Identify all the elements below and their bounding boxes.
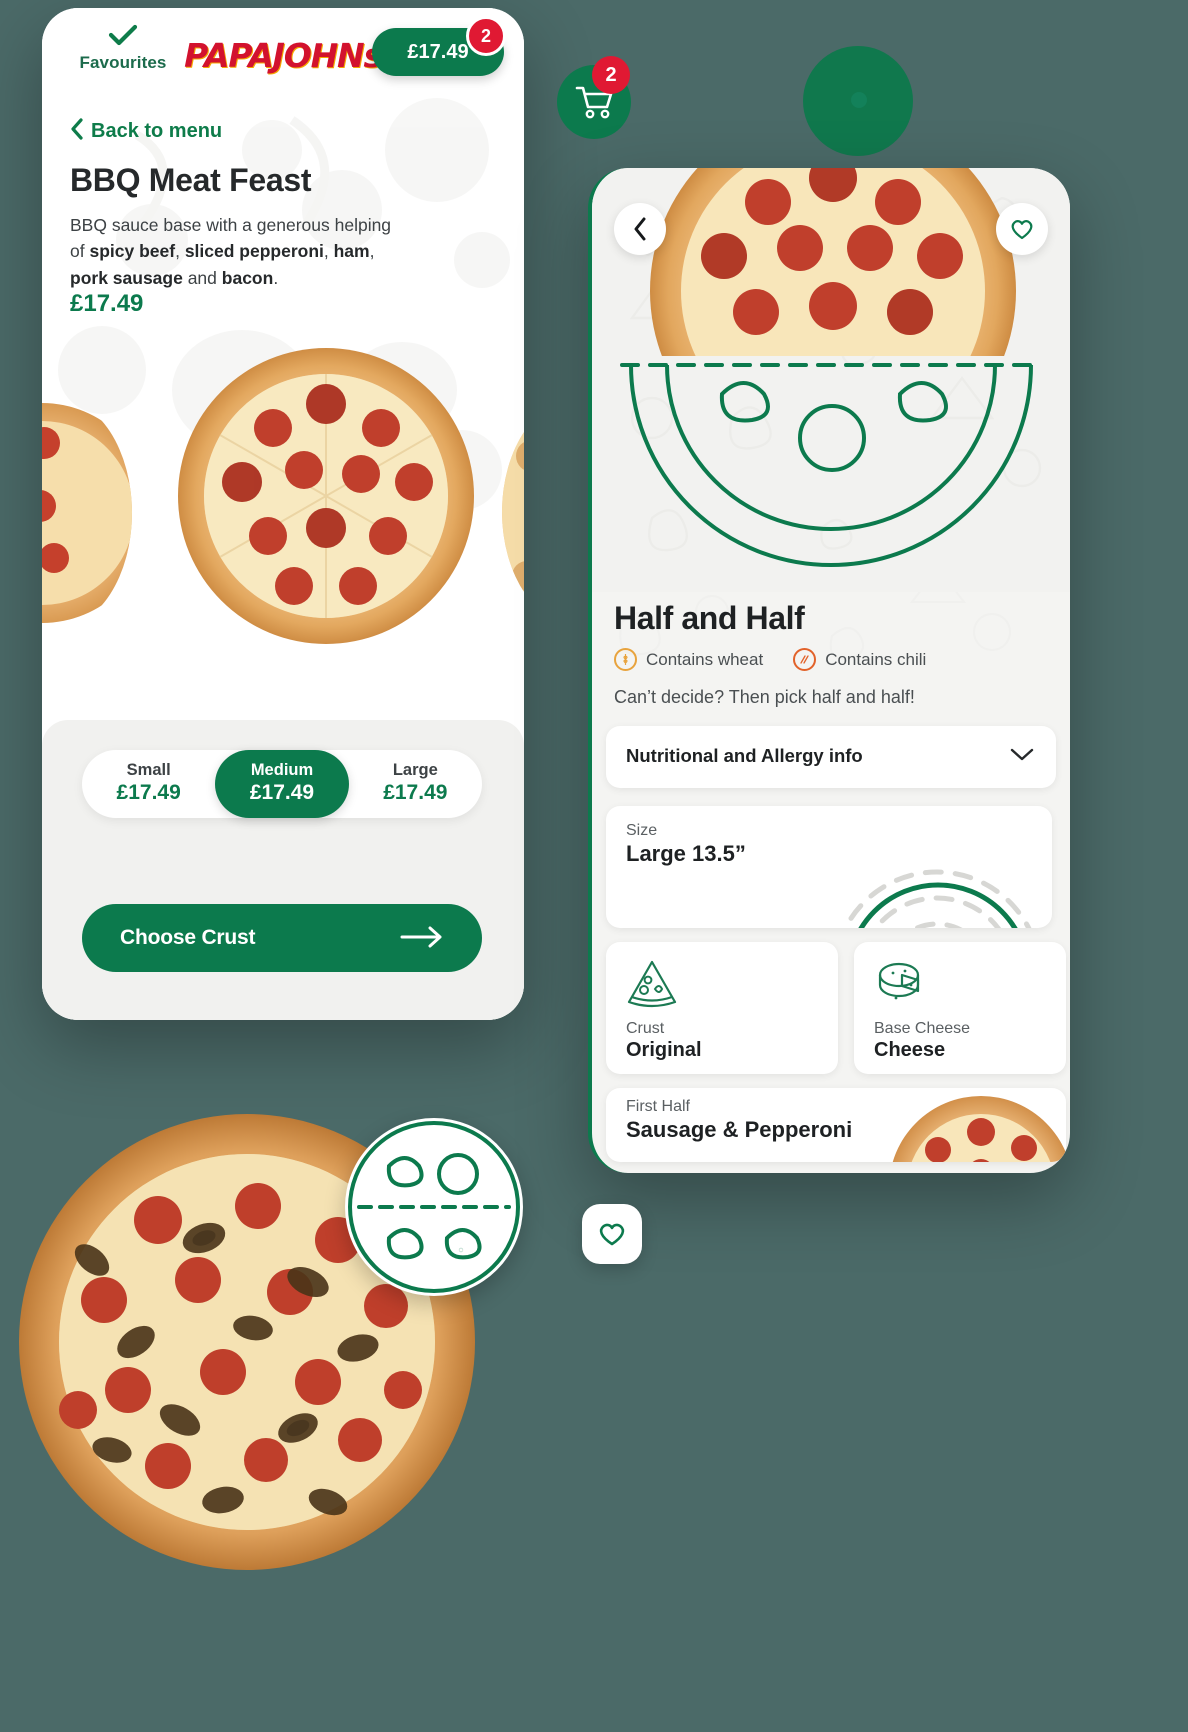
arrow-right-icon	[400, 926, 444, 951]
size-option-large[interactable]: Large £17.49	[349, 750, 482, 818]
ingredient-pork-sausage: pork sausage	[70, 267, 183, 288]
heart-outline-icon	[1011, 220, 1033, 240]
size-rings-icon	[842, 869, 1032, 928]
option-first-half-key: First Half	[626, 1098, 690, 1115]
option-base-cheese-key: Base Cheese	[874, 1020, 971, 1037]
choose-crust-label: Choose Crust	[120, 926, 256, 949]
floating-cart-badge: 2	[592, 56, 630, 94]
product-title: BBQ Meat Feast	[70, 162, 312, 198]
product-hero	[592, 168, 1070, 592]
ingredient-ham: ham	[333, 241, 370, 262]
right-back-button[interactable]	[614, 203, 666, 255]
option-card-size[interactable]: Size Large 13.5”	[606, 806, 1052, 928]
option-size-value: Large 13.5”	[626, 841, 746, 866]
option-crust-value: Original	[626, 1039, 702, 1061]
product-image-carousel[interactable]	[42, 338, 524, 668]
cart-price-label: £17.49	[407, 40, 469, 63]
favourite-toggle-button[interactable]	[996, 203, 1048, 255]
decorative-green-circle	[803, 46, 913, 156]
product-price: £17.49	[70, 290, 144, 317]
half-and-half-illustration	[620, 363, 1042, 567]
favourite-chip[interactable]	[582, 1204, 642, 1264]
nutritional-allergy-accordion[interactable]: Nutritional and Allergy info	[606, 726, 1056, 788]
carousel-image-prev[interactable]	[42, 398, 132, 628]
option-size-key: Size	[626, 822, 658, 839]
size-option-medium-name: Medium	[250, 761, 314, 780]
chevron-left-icon	[634, 217, 646, 241]
product-description: BBQ sauce base with a generous helping o…	[70, 212, 400, 291]
back-to-menu-link[interactable]: Back to menu	[70, 118, 222, 144]
chevron-left-icon	[70, 118, 83, 144]
back-to-menu-label: Back to menu	[91, 119, 223, 142]
sep-2: ,	[323, 241, 334, 262]
option-first-half-value: Sausage & Pepperoni	[626, 1117, 853, 1142]
screen-root: Favourites PAPAJOHNs £17.49 2 Back to me…	[0, 0, 1188, 1732]
size-option-medium-price: £17.49	[249, 781, 315, 805]
sep-5: .	[273, 267, 279, 288]
size-and-cta-panel: Small £17.49 Medium £17.49 Large £17.49 …	[42, 720, 524, 1020]
size-option-small[interactable]: Small £17.49	[82, 750, 215, 818]
ingredient-sliced-pepperoni: sliced pepperoni	[184, 241, 324, 262]
first-half-thumbnail	[892, 1096, 1066, 1162]
left-phone-body: Back to menu BBQ Meat Feast BBQ sauce ba…	[42, 90, 524, 1020]
decorative-dot	[851, 92, 867, 108]
app-header: Favourites PAPAJOHNs £17.49 2	[42, 8, 524, 90]
sep-1: ,	[175, 241, 185, 262]
heart-icon	[599, 1223, 625, 1246]
product-details: Half and Half Contains wheat Contains ch…	[592, 592, 1070, 1173]
sep-3: ,	[369, 241, 375, 262]
allergen-wheat: Contains wheat	[614, 648, 763, 671]
allergen-wheat-label: Contains wheat	[646, 649, 764, 669]
option-base-cheese-value: Cheese	[874, 1039, 946, 1061]
size-selector[interactable]: Small £17.49 Medium £17.49 Large £17.49	[82, 750, 482, 818]
size-option-small-price: £17.49	[116, 781, 181, 805]
size-option-medium[interactable]: Medium £17.49	[215, 750, 349, 818]
wheat-allergen-icon	[614, 648, 637, 671]
page-title: Half and Half	[614, 600, 805, 636]
allergen-list: Contains wheat Contains chili	[614, 648, 926, 671]
option-card-base-cheese[interactable]: Base Cheese Cheese	[854, 942, 1066, 1074]
option-card-crust[interactable]: Crust Original	[606, 942, 838, 1074]
chevron-down-icon	[1010, 748, 1034, 767]
right-phone-screen: Half and Half Contains wheat Contains ch…	[588, 168, 1070, 1173]
page-subtitle: Can’t decide? Then pick half and half!	[614, 687, 915, 707]
choose-crust-button[interactable]: Choose Crust	[82, 904, 482, 972]
ingredient-spicy-beef: spicy beef	[89, 241, 176, 262]
half-and-half-badge	[345, 1118, 523, 1296]
chili-allergen-icon	[793, 648, 817, 671]
size-option-large-name: Large	[392, 761, 438, 780]
option-crust-key: Crust	[626, 1020, 665, 1037]
left-phone-screen: Favourites PAPAJOHNs £17.49 2 Back to me…	[42, 8, 524, 1020]
sep-4: and	[182, 267, 222, 288]
option-card-first-half[interactable]: First Half Sausage & Pepperoni	[606, 1088, 1066, 1162]
half-and-half-badge-icon	[348, 1121, 520, 1293]
pizza-slice-icon	[626, 958, 678, 1013]
ingredient-bacon: bacon	[221, 267, 274, 288]
size-option-small-name: Small	[126, 761, 171, 780]
allergen-chili: Contains chili	[793, 648, 926, 671]
carousel-image-next[interactable]	[502, 396, 524, 628]
size-option-large-price: £17.49	[383, 781, 448, 805]
allergen-chili-label: Contains chili	[825, 649, 927, 669]
cheese-wheel-icon	[874, 958, 926, 1013]
nutritional-allergy-label: Nutritional and Allergy info	[626, 745, 863, 766]
cart-count-badge: 2	[466, 16, 506, 56]
carousel-image-current[interactable]	[176, 346, 476, 646]
